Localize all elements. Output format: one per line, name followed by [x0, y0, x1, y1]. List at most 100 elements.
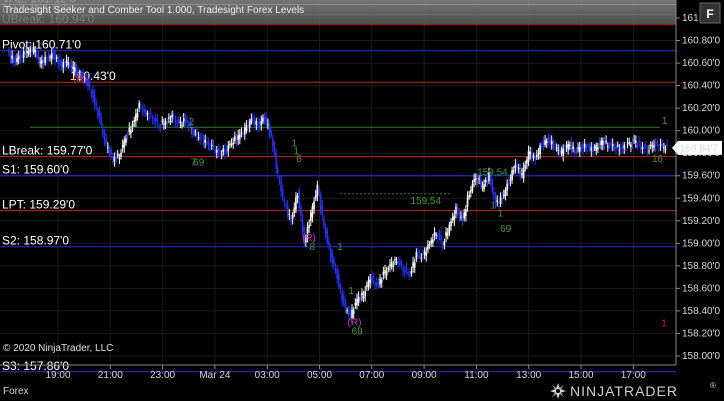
candle-body [509, 179, 512, 181]
candle-body [446, 233, 449, 236]
candle-body [567, 144, 569, 150]
candle-body [108, 150, 111, 156]
candle-body [22, 51, 25, 58]
signal-marker: 1 [348, 286, 354, 297]
candle-body [458, 212, 461, 218]
time-tick-label: 07:00 [359, 370, 384, 381]
candle-body [225, 150, 228, 152]
level-label: LPT: 159.29'0 [2, 198, 75, 212]
price-tick-label: 160.40'0 [682, 81, 720, 92]
candle-body [36, 50, 38, 59]
candle-body [456, 207, 459, 210]
candle-body [540, 146, 543, 148]
brand-text: NINJATRADER [570, 383, 678, 399]
candle-body [491, 180, 494, 192]
price-tick-label: 158.00'0 [682, 351, 720, 362]
candle-body [364, 291, 367, 296]
candle-body [280, 180, 282, 192]
price-tick-label: 160.80'0 [682, 36, 720, 47]
candle-body [149, 112, 152, 114]
candle-body [69, 65, 71, 67]
candle-body [621, 145, 624, 149]
candle-body [111, 157, 114, 159]
candle-body [479, 178, 482, 187]
candle-body [118, 158, 121, 160]
candle-body [206, 141, 208, 143]
candle-body [171, 114, 173, 118]
candle-body [45, 60, 48, 62]
candle-body [329, 248, 332, 258]
candle-body [65, 60, 68, 63]
candle-body [286, 205, 289, 216]
candle-body [636, 145, 639, 148]
candle-body [105, 138, 107, 144]
candle-body [159, 126, 162, 128]
candle-body [164, 121, 167, 125]
level-label: LBreak: 159.77'0 [2, 144, 93, 158]
candle-body [293, 207, 296, 213]
candle-body [333, 258, 335, 265]
candle-body [524, 165, 527, 169]
candle-body [547, 138, 550, 141]
copyright-text: © 2020 NinjaTrader, LLC [3, 343, 113, 354]
candle-body [443, 241, 446, 246]
instrument-label: Forex [3, 386, 29, 397]
candle-body [631, 142, 634, 144]
candle-body [321, 205, 324, 215]
candle-body [569, 144, 571, 146]
candle-body [397, 262, 400, 264]
candle-body [309, 212, 312, 222]
candle-body [161, 120, 164, 122]
candle-body [237, 135, 239, 141]
price-tick-label: 159.00'0 [682, 238, 720, 249]
candle-body [588, 145, 591, 148]
candle-body [606, 146, 609, 148]
candle-body [413, 262, 416, 268]
chart-canvas[interactable]: VAL: 161.12'0LPT: 161.03'0UBreak: 160.94… [0, 0, 724, 401]
candle-body [371, 276, 373, 283]
candle-body [250, 118, 253, 123]
candle-body [260, 121, 263, 126]
candle-body [357, 296, 360, 303]
candle-body [402, 268, 404, 271]
candle-body [16, 57, 18, 63]
candle-body [252, 117, 254, 120]
candle-body [98, 110, 101, 118]
candle-body [268, 124, 271, 134]
candle-body [110, 149, 112, 155]
candle-body [199, 138, 202, 140]
indicator-title: Tradesight Seeker and Comber Tool 1.000,… [4, 5, 304, 16]
candle-body [50, 53, 53, 59]
candle-body [628, 142, 631, 144]
candle-body [408, 275, 411, 277]
candle-body [281, 189, 284, 198]
candle-body [316, 184, 319, 196]
time-tick-label: 03:00 [255, 370, 280, 381]
candle-body [577, 147, 579, 149]
candle-body [243, 127, 246, 135]
candle-body [219, 150, 221, 153]
candle-body [578, 146, 581, 152]
candle-body [598, 143, 601, 145]
price-scale[interactable] [676, 0, 724, 380]
price-tick-label: 159.60'0 [682, 171, 720, 182]
candle-body [143, 108, 145, 112]
candle-body [565, 145, 568, 148]
candle-body [638, 141, 640, 144]
candle-body [42, 59, 45, 64]
candle-body [437, 234, 439, 238]
time-tick-label: Mar 24 [199, 370, 231, 381]
candle-body [545, 141, 548, 144]
candle-body [501, 197, 503, 201]
candle-body [128, 127, 131, 132]
candle-body [245, 125, 248, 131]
candle-body [212, 145, 215, 147]
candle-body [115, 156, 117, 160]
candle-body [468, 195, 470, 198]
candle-body [210, 145, 213, 147]
candle-body [214, 149, 216, 153]
candle-body [536, 155, 538, 158]
candle-body [158, 125, 160, 128]
candle-body [326, 230, 329, 243]
price-tick-label: 159.40'0 [682, 193, 720, 204]
